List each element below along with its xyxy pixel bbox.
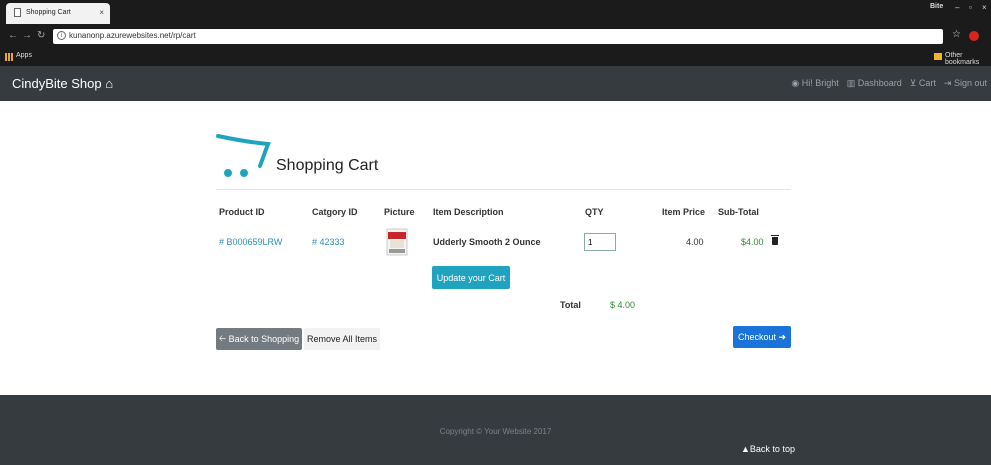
trash-icon[interactable]: [771, 235, 779, 245]
brand-name: CindyBite Shop: [12, 76, 102, 91]
browser-toolbar: ← → ↻ i kunanonp.azurewebsites.net/rp/ca…: [0, 24, 991, 48]
header-product-id: Product ID: [219, 207, 265, 217]
site-footer: Copyright © Your Website 2017 ▲Back to t…: [0, 395, 991, 465]
signout-link[interactable]: ⇥ Sign out: [944, 78, 987, 89]
checkout-button[interactable]: Checkout ➜: [733, 326, 791, 348]
user-icon: ◉: [791, 78, 800, 88]
dashboard-link[interactable]: ▥ Dashboard: [847, 78, 902, 89]
site-navbar: CindyBite Shop ⌂ ◉ Hi! Bright ▥ Dashboar…: [0, 66, 991, 101]
total-value: $ 4.00: [610, 300, 636, 310]
checkout-label: Checkout: [737, 332, 776, 342]
other-bookmarks[interactable]: Other bookmarks: [945, 52, 991, 66]
forward-arrow-icon[interactable]: →: [22, 30, 32, 41]
arrow-left-icon: 🡠: [218, 333, 227, 343]
signout-icon: ⇥: [943, 78, 952, 88]
bookmarks-bar: Apps Other bookmarks: [0, 48, 991, 66]
back-to-top-label: Back to top: [749, 444, 795, 454]
browser-tabbar: Shopping Cart × Bite – ▫ ×: [0, 0, 991, 24]
page-title: Shopping Cart: [276, 157, 379, 174]
back-arrow-icon[interactable]: ←: [8, 30, 18, 41]
minimize-icon[interactable]: –: [955, 3, 959, 12]
arrow-right-icon: ➜: [778, 331, 787, 342]
header-picture: Picture: [384, 207, 415, 217]
product-image: [386, 228, 408, 256]
chart-icon: ▥: [846, 78, 856, 88]
header-description: Item Description: [433, 207, 504, 217]
nav-links: ◉ Hi! Bright ▥ Dashboard ⊻ Cart ⇥ Sign o…: [791, 78, 987, 89]
product-id-link[interactable]: # B000659LRW: [219, 237, 282, 247]
greeting-label: Hi! Bright: [801, 78, 839, 88]
window-close-icon[interactable]: ×: [982, 3, 987, 12]
back-to-top-link[interactable]: ▲Back to top: [741, 444, 795, 454]
tab-title: Shopping Cart: [26, 9, 71, 16]
divider: [216, 189, 791, 190]
dashboard-label: Dashboard: [857, 78, 902, 88]
user-greeting[interactable]: ◉ Hi! Bright: [791, 78, 838, 89]
profile-label[interactable]: Bite: [930, 3, 943, 10]
header-subtotal: Sub-Total: [718, 207, 759, 217]
item-description: Udderly Smooth 2 Ounce: [433, 237, 541, 247]
cart-link[interactable]: ⊻ Cart: [910, 78, 936, 89]
remove-all-button[interactable]: Remove All Items: [304, 328, 380, 350]
brand-link[interactable]: CindyBite Shop ⌂: [12, 76, 113, 91]
cart-icon: ⊻: [909, 78, 917, 88]
cart-label: Cart: [918, 78, 936, 88]
back-label: Back to Shopping: [228, 334, 300, 344]
qty-input[interactable]: [584, 233, 616, 251]
back-to-shopping-button[interactable]: 🡠 Back to Shopping: [216, 328, 302, 350]
caret-up-icon: ▲: [741, 444, 750, 454]
url-text: kunanonp.azurewebsites.net/rp/cart: [69, 31, 196, 40]
home-icon: ⌂: [105, 76, 114, 91]
address-bar[interactable]: i kunanonp.azurewebsites.net/rp/cart: [53, 29, 943, 44]
tab-close-icon[interactable]: ×: [99, 8, 104, 17]
cart-logo-icon: [216, 134, 271, 177]
update-cart-button[interactable]: Update your Cart: [432, 266, 510, 289]
bookmark-star-icon[interactable]: ☆: [952, 29, 961, 40]
reload-icon[interactable]: ↻: [37, 30, 45, 41]
page-icon: [14, 8, 21, 17]
header-qty: QTY: [585, 207, 604, 217]
signout-label: Sign out: [953, 78, 987, 88]
restore-icon[interactable]: ▫: [969, 3, 972, 12]
category-id-link[interactable]: # 42333: [312, 237, 345, 247]
folder-icon: [934, 53, 942, 60]
total-label: Total: [560, 300, 581, 310]
browser-tab[interactable]: Shopping Cart ×: [6, 3, 110, 24]
apps-bookmark[interactable]: Apps: [16, 52, 32, 59]
item-price: 4.00: [686, 237, 704, 247]
apps-grid-icon[interactable]: [5, 53, 13, 61]
header-category-id: Catgory ID: [312, 207, 358, 217]
header-item-price: Item Price: [662, 207, 706, 217]
info-icon[interactable]: i: [57, 31, 66, 40]
copyright-text: Copyright © Your Website 2017: [439, 427, 552, 436]
extension-icon[interactable]: [969, 31, 979, 41]
subtotal: $4.00: [741, 237, 764, 247]
